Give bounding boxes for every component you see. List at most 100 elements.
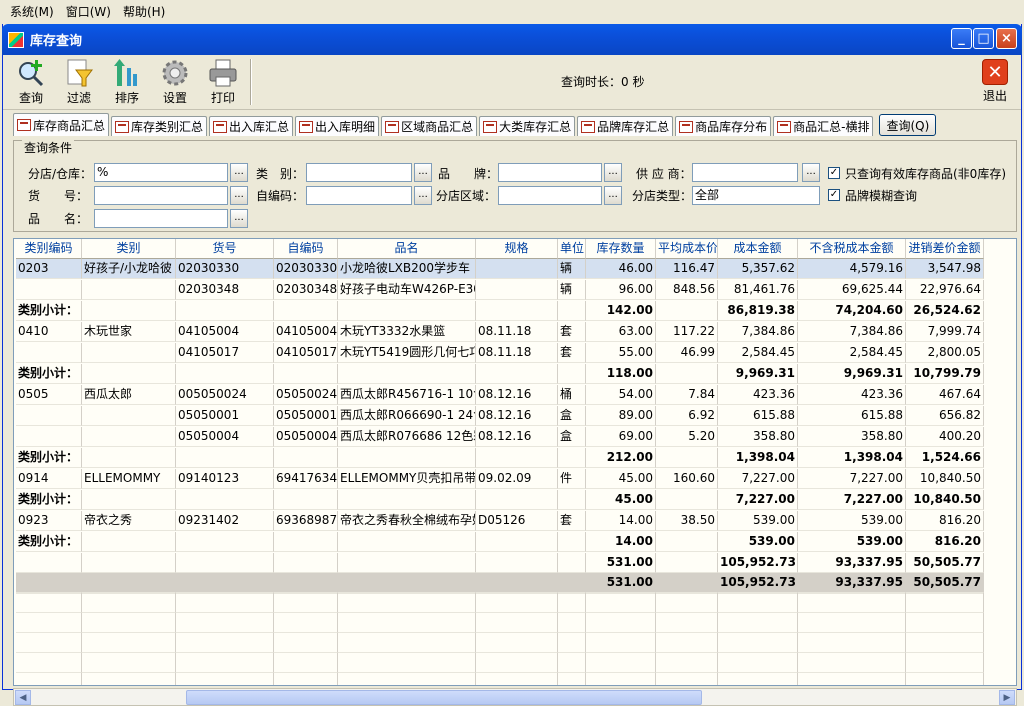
minimize-button[interactable]: _: [951, 28, 972, 49]
settings-button[interactable]: 设置: [153, 58, 197, 106]
empty-row[interactable]: [16, 673, 1016, 685]
cell: 10,840.50: [906, 469, 984, 489]
supplier-lookup-button[interactable]: ...: [802, 163, 820, 182]
table-row[interactable]: 05050001 05050001 西瓜太郎R066690-1 24色 08.12.1…: [16, 406, 1016, 426]
table-row[interactable]: 0505 西瓜太郎 005050024 05050024 西瓜太郎R456716-1 1…: [16, 385, 1016, 405]
sum-row[interactable]: 531.00 105,952.73 93,337.95 50,505.77: [16, 553, 1016, 573]
store-type-select[interactable]: 全部: [692, 186, 820, 205]
item-no-lookup-button[interactable]: ...: [230, 186, 248, 205]
table-row[interactable]: 0923 帝衣之秀 09231402 693689871 帝衣之秀春秋全棉绒布孕妇 D05…: [16, 511, 1016, 531]
brand-fuzzy-checkbox[interactable]: ✓: [828, 189, 840, 201]
empty-row[interactable]: [16, 613, 1016, 633]
cell: D05126: [476, 511, 558, 531]
grand-total-row[interactable]: 531.00 105,952.73 93,337.95 50,505.77: [16, 573, 1016, 593]
tab-brand-summary[interactable]: 品牌库存汇总: [577, 116, 674, 136]
menu-help[interactable]: 帮助(H): [117, 3, 171, 20]
cell: 46.99: [656, 343, 718, 363]
table-row[interactable]: 0410 木玩世家 04105004 04105004 木玩YT3332水果篮 08.11…: [16, 322, 1016, 342]
cell: [476, 613, 558, 633]
close-button[interactable]: ×: [996, 28, 1017, 49]
scroll-right-icon[interactable]: ▶: [999, 690, 1015, 705]
tab-inout-summary[interactable]: 出入库汇总: [209, 116, 294, 136]
cell: 7,999.74: [906, 322, 984, 342]
tab-area-summary[interactable]: 区域商品汇总: [381, 116, 478, 136]
menu-system[interactable]: 系统(M): [4, 3, 60, 20]
tab-category-summary[interactable]: 库存类别汇总: [111, 116, 208, 136]
print-button[interactable]: 打印: [201, 58, 245, 106]
cell: 08.12.16: [476, 406, 558, 426]
item-no-field[interactable]: [94, 186, 228, 205]
empty-row[interactable]: [16, 633, 1016, 653]
subtotal-row[interactable]: 类别小计： 45.00 7,227.00 7,227.00 10,840.50: [16, 490, 1016, 510]
cell: [274, 532, 338, 552]
cell: 木玩世家: [82, 322, 176, 342]
tab-major-category[interactable]: 大类库存汇总: [479, 116, 576, 136]
horizontal-scrollbar[interactable]: ◀ ▶: [13, 688, 1017, 706]
cell: 08.11.18: [476, 343, 558, 363]
store-field[interactable]: %: [94, 163, 228, 182]
self-code-field[interactable]: [306, 186, 412, 205]
name-field[interactable]: [94, 209, 228, 228]
empty-row[interactable]: [16, 593, 1016, 613]
maximize-button[interactable]: □: [973, 28, 994, 49]
cell: 55.00: [586, 343, 656, 363]
cell: 14.00: [586, 511, 656, 531]
name-lookup-button[interactable]: ...: [230, 209, 248, 228]
category-field[interactable]: [306, 163, 412, 182]
table-row[interactable]: 04105017 04105017 木玩YT5419圆形几何七巧 08.11.18 套 5…: [16, 343, 1016, 363]
cell: [656, 553, 718, 573]
tab-stock-summary[interactable]: 库存商品汇总: [13, 113, 110, 136]
empty-row[interactable]: [16, 653, 1016, 673]
cell: [558, 613, 586, 633]
cell: 694176341: [274, 469, 338, 489]
filter-button[interactable]: 过滤: [57, 58, 101, 106]
cell: 848.56: [656, 280, 718, 300]
query-button[interactable]: 查询: [9, 58, 53, 106]
cell: 45.00: [586, 490, 656, 510]
cell: [586, 653, 656, 673]
cell: 142.00: [586, 301, 656, 321]
table-row[interactable]: 02030348 02030348 好孩子电动车W426P-E30 辆 96.00 848…: [16, 280, 1016, 300]
cell: 0410: [16, 322, 82, 342]
tab-stock-distribution[interactable]: 商品库存分布: [675, 116, 772, 136]
sort-button[interactable]: 排序: [105, 58, 149, 106]
query-duration: 查询时长：0 秒: [561, 75, 645, 89]
category-lookup-button[interactable]: ...: [414, 163, 432, 182]
cell: [798, 593, 906, 613]
tab-horizontal-summary[interactable]: 商品汇总-横排: [773, 116, 874, 136]
subtotal-row[interactable]: 类别小计： 212.00 1,398.04 1,398.04 1,524.66: [16, 448, 1016, 468]
title-bar[interactable]: 库存查询 _ □ ×: [2, 24, 1022, 55]
cell: 货号: [176, 239, 274, 259]
subtotal-row[interactable]: 类别小计： 142.00 86,819.38 74,204.60 26,524.62: [16, 301, 1016, 321]
exit-button[interactable]: ✕ 退出: [975, 59, 1015, 107]
table-row[interactable]: 05050004 05050004 西瓜太郎R076686 12色彩 08.12.16…: [16, 427, 1016, 447]
query-submit-button[interactable]: 查询(Q): [879, 114, 937, 136]
cell: 693689871: [274, 511, 338, 531]
store-lookup-button[interactable]: ...: [230, 163, 248, 182]
cell: 5,357.62: [718, 259, 798, 279]
cell: 69,625.44: [798, 280, 906, 300]
cell: [476, 573, 558, 593]
exit-icon: ✕: [982, 59, 1008, 85]
scroll-thumb[interactable]: [186, 690, 702, 705]
tab-inout-detail[interactable]: 出入库明细: [295, 116, 380, 136]
cell: 05050001: [176, 406, 274, 426]
table-row[interactable]: 0914 ELLEMOMMY 09140123 694176341 ELLEMOMMY贝…: [16, 469, 1016, 489]
cell: 212.00: [586, 448, 656, 468]
area-lookup-button[interactable]: ...: [604, 186, 622, 205]
printer-icon: [207, 58, 239, 88]
brand-field[interactable]: [498, 163, 602, 182]
table-header[interactable]: 类别编码 类别 货号 自编码 品名 规格 单位 库存数量 平均成本价 成本金额 不含税成本金额 进销差…: [16, 239, 1016, 259]
brand-lookup-button[interactable]: ...: [604, 163, 622, 182]
table-row[interactable]: 0203 好孩子/小龙哈彼 02030330 02030330 小龙哈彼LXB200学步…: [16, 259, 1016, 279]
self-code-lookup-button[interactable]: ...: [414, 186, 432, 205]
area-field[interactable]: [498, 186, 602, 205]
supplier-field[interactable]: [692, 163, 798, 182]
subtotal-row[interactable]: 类别小计： 118.00 9,969.31 9,969.31 10,799.79: [16, 364, 1016, 384]
cell: 09231402: [176, 511, 274, 531]
cell: 69.00: [586, 427, 656, 447]
menu-window[interactable]: 窗口(W): [60, 3, 117, 20]
subtotal-row[interactable]: 类别小计： 14.00 539.00 539.00 816.20: [16, 532, 1016, 552]
scroll-left-icon[interactable]: ◀: [15, 690, 31, 705]
valid-stock-checkbox[interactable]: ✓: [828, 167, 840, 179]
